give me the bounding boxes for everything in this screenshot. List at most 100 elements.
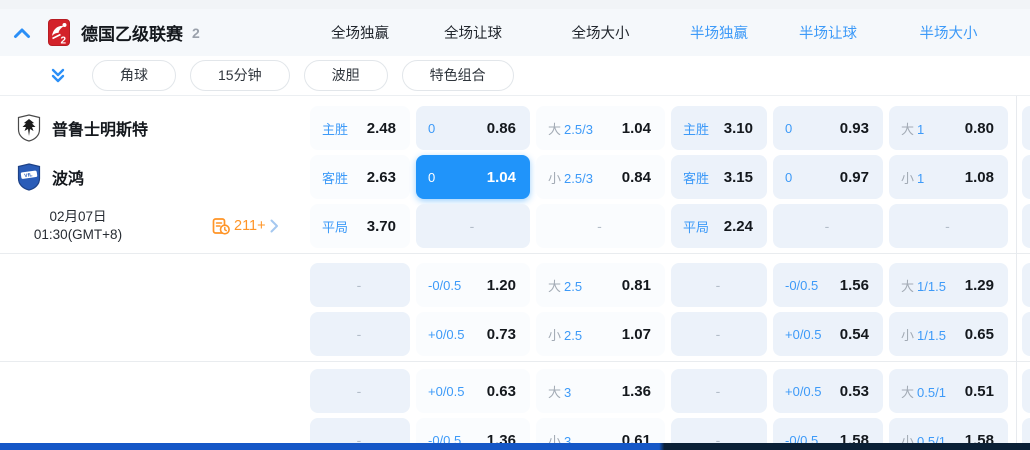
chevron-right-icon (270, 219, 278, 233)
market-tab-3[interactable]: 半场独赢 (671, 22, 767, 43)
odds-cell[interactable]: 大 1/1.5 1.29 (889, 263, 1008, 307)
odds-label: -0/0.5 (785, 277, 819, 293)
odds-cell[interactable]: 小 2.5/3 0.84 (536, 155, 665, 199)
odds-cell[interactable]: +0/0.5 0.54 (773, 312, 883, 356)
odds-cell[interactable]: 平局 3.70 (310, 204, 410, 248)
odds-label: 0 (785, 169, 793, 185)
sub-market-bar: 角球 15分钟 波胆 特色组合 (0, 56, 1030, 96)
odds-cell[interactable]: 0 1.04 (416, 155, 530, 199)
odds-cell[interactable]: +0/0.5 0.73 (416, 312, 530, 356)
odds-cell[interactable]: +0/0.5 0.63 (416, 369, 530, 413)
odds-value: 0.53 (839, 382, 869, 400)
odds-cell-empty: - (536, 204, 665, 248)
odds-cell[interactable]: 客胜 2.63 (310, 155, 410, 199)
odds-label: -0/0.5 (428, 277, 462, 293)
odds-label: +0/0.5 (785, 326, 822, 342)
no-odds-dash: - (715, 277, 721, 293)
odds-label: 大 1/1.5 (901, 278, 946, 294)
odds-value: 0.93 (839, 119, 869, 137)
odds-section-3: - +0/0.5 0.63 大 3 1.36 - +0/0.5 0.53 大 0.5/1 0.51- -… (0, 362, 1030, 450)
odds-label: 客胜 (322, 170, 349, 186)
odds-label: 客胜 (683, 170, 710, 186)
market-tab-4[interactable]: 半场让球 (773, 22, 883, 43)
odds-label: 平局 (322, 219, 349, 235)
more-markets-link[interactable]: 211+ (212, 204, 279, 248)
sub-market-pill-2[interactable]: 波胆 (303, 60, 388, 91)
odds-cell-empty: - (671, 312, 767, 356)
odds-label: 大3 (548, 384, 572, 400)
bottom-bar (0, 443, 1030, 450)
odds-label: 大 0.5/1 (901, 384, 946, 400)
match-meta-row: 02月07日 01:30(GMT+8) 211+ (0, 204, 304, 248)
odds-cell[interactable]: 小 1/1.5 0.65 (889, 312, 1008, 356)
expand-double-chevron-down-icon[interactable] (50, 68, 66, 84)
odds-value: 0.63 (486, 382, 516, 400)
row-left-spacer (0, 369, 304, 413)
odds-label-prefix: 大 (901, 384, 915, 400)
svg-text:2: 2 (61, 36, 67, 47)
odds-cell[interactable]: 大 2.5 0.81 (536, 263, 665, 307)
collapse-chevron-up-icon[interactable] (13, 27, 31, 39)
odds-cell[interactable]: 主胜 2.48 (310, 106, 410, 150)
odds-cell[interactable]: 0 0.86 (416, 106, 530, 150)
market-tab-1[interactable]: 全场让球 (416, 22, 530, 43)
odds-cell[interactable]: -0/0.5 1.56 (773, 263, 883, 307)
odds-label: 大 2.5/3 (548, 121, 593, 137)
league-logo-bundesliga2-icon: 2 (48, 19, 70, 46)
odds-label-prefix: 小 (548, 327, 562, 343)
odds-label: 小 1/1.5 (901, 327, 946, 343)
no-odds-dash: - (715, 326, 721, 342)
odds-cell[interactable]: 客胜 3.15 (671, 155, 767, 199)
odds-cell-empty: - (889, 204, 1008, 248)
sub-market-pill-3[interactable]: 特色组合 (401, 60, 514, 91)
odds-label: 主胜 (683, 121, 710, 137)
home-team-name: 普鲁士明斯特 (52, 122, 149, 139)
odds-label: 小 2.5 (548, 327, 583, 343)
sub-market-pills: 角球 15分钟 波胆 特色组合 (92, 60, 514, 91)
home-team-logo-icon (17, 114, 41, 142)
odds-cell[interactable]: 平局 2.24 (671, 204, 767, 248)
odds-row: - +0/0.5 0.63 大 3 1.36 - +0/0.5 0.53 大 0.5/1 0.51 (0, 369, 1030, 413)
odds-cell[interactable]: 大 2.5/3 1.04 (536, 106, 665, 150)
no-odds-dash: - (945, 218, 950, 234)
odds-value: 1.07 (621, 325, 651, 343)
no-odds-dash: - (356, 277, 362, 293)
odds-cell-empty: - (310, 263, 410, 307)
odds-label: 0 (428, 120, 436, 136)
odds-label-prefix: 小 (901, 170, 915, 186)
match-date-line2: 01:30(GMT+8) (33, 227, 123, 242)
odds-cell[interactable]: 小 2.5 1.07 (536, 312, 665, 356)
odds-cell-empty: - (773, 204, 883, 248)
partial-odds-cell (1022, 312, 1030, 356)
odds-label: 小1 (901, 170, 925, 186)
odds-cell[interactable]: -0/0.5 1.20 (416, 263, 530, 307)
odds-cell[interactable]: 小 1 1.08 (889, 155, 1008, 199)
odds-row: - -0/0.5 1.20 大 2.5 0.81 - -0/0.5 1.56 大 1/1.5 1.29 (0, 263, 1030, 307)
market-tab-0[interactable]: 全场独赢 (310, 22, 410, 43)
odds-value: 1.56 (839, 276, 869, 294)
odds-cell[interactable]: 大 0.5/1 0.51 (889, 369, 1008, 413)
odds-label-prefix: 大 (548, 121, 562, 137)
odds-value: 0.80 (964, 119, 994, 137)
no-odds-dash: - (356, 383, 362, 399)
sub-market-pill-1[interactable]: 15分钟 (190, 60, 290, 91)
odds-value: 3.10 (723, 119, 753, 137)
odds-value: 0.84 (621, 168, 651, 186)
odds-value: 1.04 (486, 168, 516, 186)
odds-cell[interactable]: 大 3 1.36 (536, 369, 665, 413)
more-markets-count: 211+ (234, 218, 266, 234)
odds-cell[interactable]: +0/0.5 0.53 (773, 369, 883, 413)
odds-value: 0.86 (486, 119, 516, 137)
odds-label: +0/0.5 (785, 383, 822, 399)
odds-cell[interactable]: 0 0.97 (773, 155, 883, 199)
odds-value: 2.48 (366, 119, 396, 137)
sub-market-pill-0[interactable]: 角球 (92, 60, 176, 91)
odds-label: 0 (428, 169, 436, 185)
odds-cell[interactable]: 0 0.93 (773, 106, 883, 150)
odds-cell[interactable]: 主胜 3.10 (671, 106, 767, 150)
market-tab-5[interactable]: 半场大小 (889, 22, 1008, 43)
odds-value: 1.36 (621, 382, 651, 400)
market-tab-2[interactable]: 全场大小 (536, 22, 665, 43)
odds-table: 主胜 2.48 0 0.86 大 2.5/3 1.04 主胜 3.10 0 0.93 大 1 0.80 客胜… (0, 96, 1030, 450)
odds-cell[interactable]: 大 1 0.80 (889, 106, 1008, 150)
